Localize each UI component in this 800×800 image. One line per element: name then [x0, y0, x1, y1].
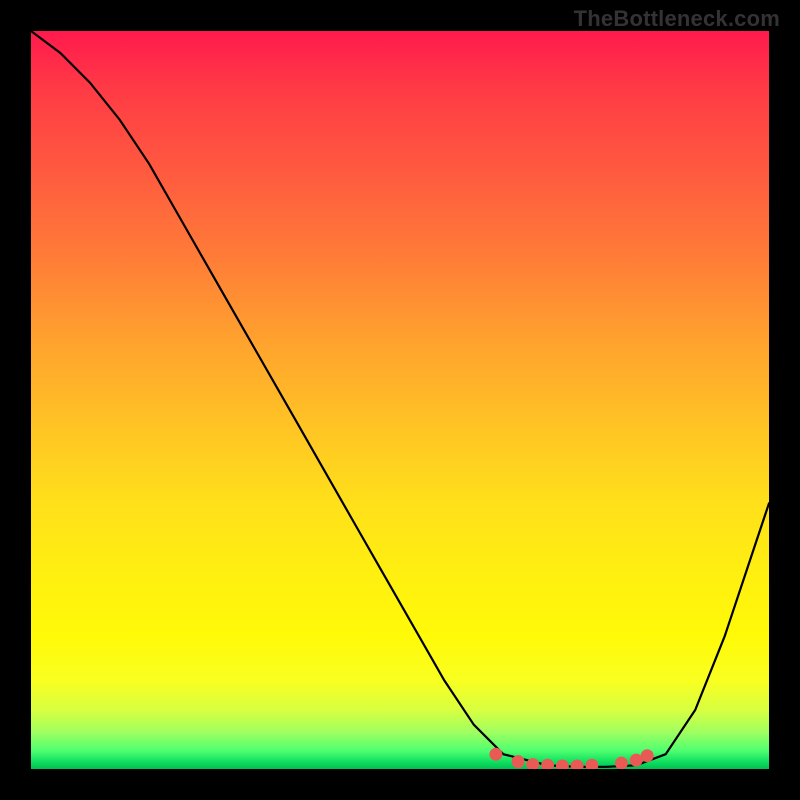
bottleneck-curve — [31, 31, 769, 767]
chart-svg — [31, 31, 769, 769]
marker-dot — [585, 759, 598, 769]
marker-dot — [615, 757, 628, 769]
marker-dot — [512, 755, 525, 768]
chart-frame: TheBottleneck.com — [0, 0, 800, 800]
marker-dot — [571, 760, 584, 770]
plot-area — [31, 31, 769, 769]
marker-dot — [641, 749, 654, 762]
marker-dot — [556, 760, 569, 770]
marker-dot — [541, 759, 554, 769]
watermark-text: TheBottleneck.com — [574, 6, 780, 32]
marker-dot — [489, 748, 502, 761]
